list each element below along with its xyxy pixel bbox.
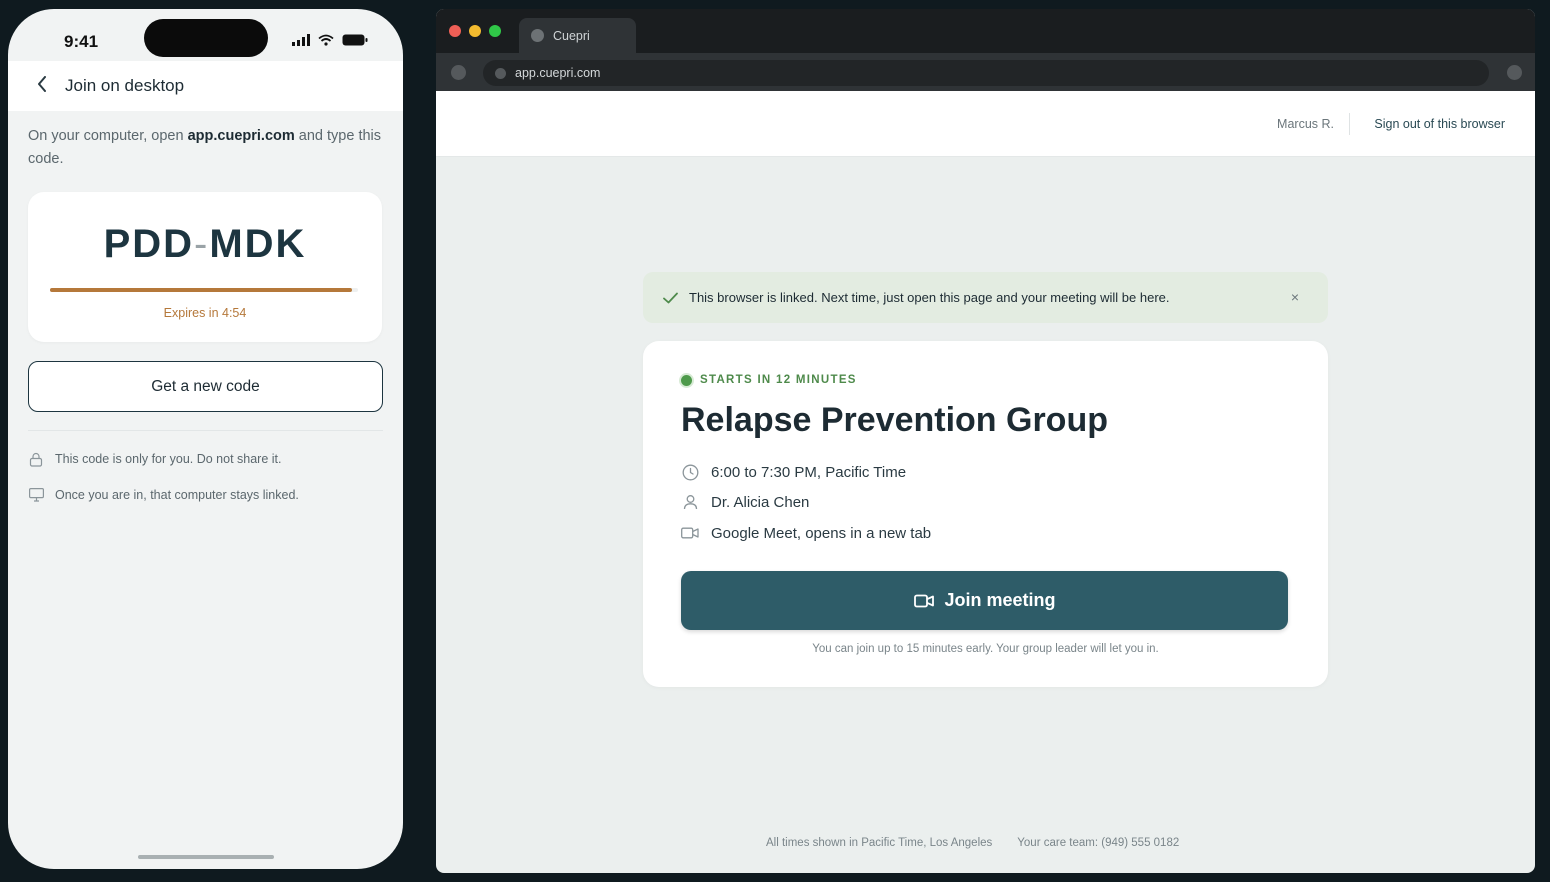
instructions-domain: app.cuepri.com [187, 128, 295, 144]
expiry-text: Expires in 4:54 [163, 306, 247, 320]
instructions-text: On your computer, open app.cuepri.com an… [28, 125, 383, 171]
expiry-progress-fill [50, 288, 352, 292]
meeting-card: STARTS IN 12 MINUTES Relapse Prevention … [643, 341, 1328, 687]
status-text: STARTS IN 12 MINUTES [700, 374, 857, 386]
video-camera-icon [681, 524, 699, 542]
expiry-progress-bar [50, 288, 358, 292]
status-icons [292, 33, 368, 51]
person-icon [681, 493, 699, 511]
back-button[interactable] [32, 74, 52, 98]
code-part-1: PDD [103, 222, 195, 266]
status-bar: 9:41 [8, 9, 403, 69]
favicon-icon [531, 29, 544, 42]
site-header: Marcus R. Sign out of this browser [436, 91, 1535, 157]
meeting-title: Relapse Prevention Group [681, 401, 1108, 439]
url-text: app.cuepri.com [515, 66, 601, 80]
signal-icon [292, 33, 310, 51]
browser-tab[interactable]: Cuepri [519, 18, 636, 53]
note-text: This code is only for you. Do not share … [55, 452, 282, 466]
divider [28, 430, 383, 431]
banner-text: This browser is linked. Next time, just … [689, 290, 1170, 305]
close-icon[interactable]: × [1286, 288, 1304, 306]
meeting-host: Dr. Alicia Chen [711, 493, 810, 511]
pairing-code: PDD-MDK [28, 222, 382, 267]
get-new-code-button[interactable]: Get a new code [28, 361, 383, 412]
site-footer: All times shown in Pacific Time, Los Ang… [766, 837, 1179, 849]
phone-content: On your computer, open app.cuepri.com an… [28, 111, 383, 503]
maximize-window-button[interactable] [489, 25, 501, 37]
close-window-button[interactable] [449, 25, 461, 37]
minimize-window-button[interactable] [469, 25, 481, 37]
lock-icon [28, 451, 44, 467]
note-private-code: This code is only for you. Do not share … [28, 451, 383, 467]
battery-icon [342, 33, 368, 51]
code-dash: - [194, 222, 210, 266]
note-linked-computer: Once you are in, that computer stays lin… [28, 487, 383, 503]
back-nav-button[interactable] [451, 65, 466, 80]
home-indicator[interactable] [138, 855, 274, 859]
meeting-time: 6:00 to 7:30 PM, Pacific Time [711, 463, 907, 481]
clock-icon [681, 463, 699, 481]
join-button-label: Join meeting [944, 590, 1056, 610]
phone-nav-bar: Join on desktop [8, 61, 403, 111]
phone-frame: 9:41 Join on desktop On your computer, o… [8, 9, 403, 869]
monitor-icon [28, 487, 44, 503]
status-time: 9:41 [64, 32, 99, 51]
wifi-icon [318, 33, 334, 51]
check-icon [661, 289, 679, 307]
tab-title: Cuepri [553, 28, 590, 43]
address-bar[interactable]: app.cuepri.com [483, 60, 1489, 86]
live-dot-icon [681, 374, 692, 386]
page-title: Join on desktop [65, 76, 185, 95]
browser-menu-button[interactable] [1507, 65, 1522, 80]
browser-tab-bar: Cuepri [436, 9, 1535, 53]
video-camera-icon [913, 592, 935, 610]
header-divider [1349, 113, 1350, 135]
note-text: Once you are in, that computer stays lin… [55, 488, 299, 502]
status-badge: STARTS IN 12 MINUTES [681, 374, 857, 386]
code-card: PDD-MDK Expires in 4:54 [28, 192, 382, 342]
site-info-icon[interactable] [495, 67, 506, 79]
meeting-host-row: Dr. Alicia Chen [681, 493, 809, 511]
meeting-location-row: Google Meet, opens in a new tab [681, 524, 931, 542]
chevron-left-icon [37, 75, 47, 97]
browser-window: Cuepri app.cuepri.com Marcus R. Sign out… [436, 9, 1535, 873]
code-part-2: MDK [209, 222, 307, 266]
meeting-time-row: 6:00 to 7:30 PM, Pacific Time [681, 463, 906, 481]
join-meeting-button[interactable]: Join meeting [681, 571, 1288, 630]
user-name: Marcus R. [1277, 117, 1334, 131]
join-note: You can join up to 15 minutes early. You… [812, 643, 1159, 655]
sign-out-link[interactable]: Sign out of this browser [1374, 117, 1505, 131]
instructions-prefix: On your computer, open [28, 128, 188, 144]
dynamic-island [144, 19, 268, 57]
browser-toolbar: app.cuepri.com [436, 53, 1535, 91]
footer-timezone: All times shown in Pacific Time, Los Ang… [766, 837, 993, 849]
linked-banner: This browser is linked. Next time, just … [643, 272, 1328, 323]
meeting-location: Google Meet, opens in a new tab [711, 524, 932, 542]
footer-care-team: Your care team: (949) 555 0182 [1017, 837, 1180, 849]
